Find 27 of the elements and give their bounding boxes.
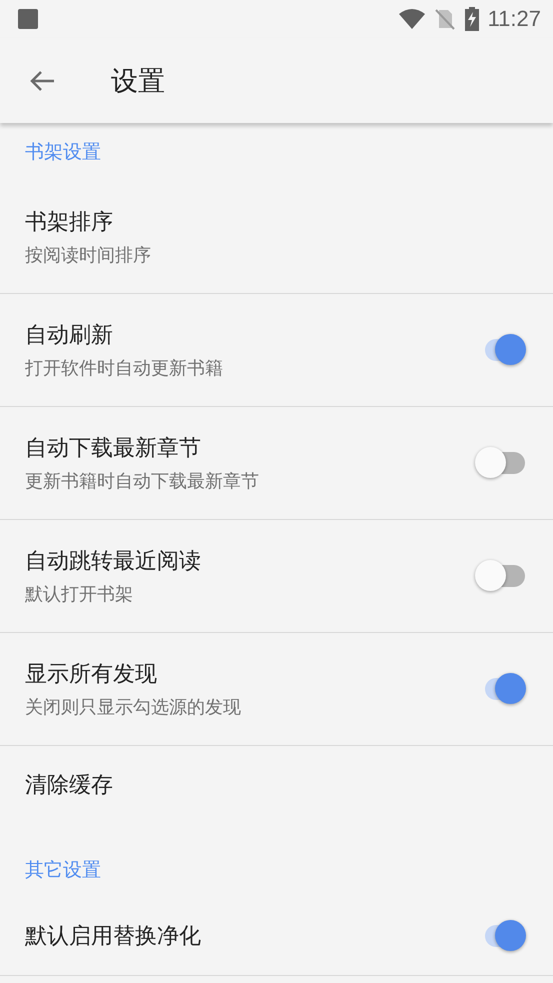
section-header: 书架设置 — [25, 140, 101, 165]
section-header: 其它设置 — [25, 858, 101, 883]
setting-title: 自动跳转最近阅读 — [25, 548, 202, 576]
setting-title: 自动下载最新章节 — [25, 435, 202, 463]
page-title: 设置 — [111, 64, 165, 98]
setting-summary: 打开软件时自动更新书籍 — [25, 357, 224, 380]
no-sim-icon — [434, 8, 456, 30]
settings-row[interactable]: 清除缓存 — [0, 746, 553, 825]
setting-summary: 默认打开书架 — [25, 583, 134, 606]
wifi-icon — [398, 8, 426, 30]
settings-row[interactable]: 自动下载最新章节 更新书籍时自动下载最新章节 — [0, 407, 553, 520]
setting-title: 清除缓存 — [25, 772, 114, 800]
settings-row[interactable]: 自动刷新 打开软件时自动更新书籍 — [0, 294, 553, 407]
setting-summary: 更新书籍时自动下载最新章节 — [25, 470, 260, 493]
setting-title: 自动刷新 — [25, 322, 114, 350]
settings-row[interactable]: 显示所有发现 关闭则只显示勾选源的发现 — [0, 633, 553, 746]
battery-charging-icon — [464, 7, 480, 31]
setting-summary: 按阅读时间排序 — [25, 244, 152, 267]
setting-summary: 关闭则只显示勾选源的发现 — [25, 696, 242, 719]
setting-title: 默认启用替换净化 — [25, 923, 202, 951]
setting-title: 显示所有发现 — [25, 661, 158, 689]
settings-row[interactable]: 书架排序 按阅读时间排序 — [0, 181, 553, 294]
settings-row[interactable]: 自动跳转最近阅读 默认打开书架 — [0, 520, 553, 633]
setting-title: 书架排序 — [25, 209, 114, 237]
notification-icon — [17, 8, 39, 30]
status-time: 11:27 — [488, 6, 541, 32]
settings-row[interactable]: 默认启用替换净化 — [0, 897, 553, 976]
